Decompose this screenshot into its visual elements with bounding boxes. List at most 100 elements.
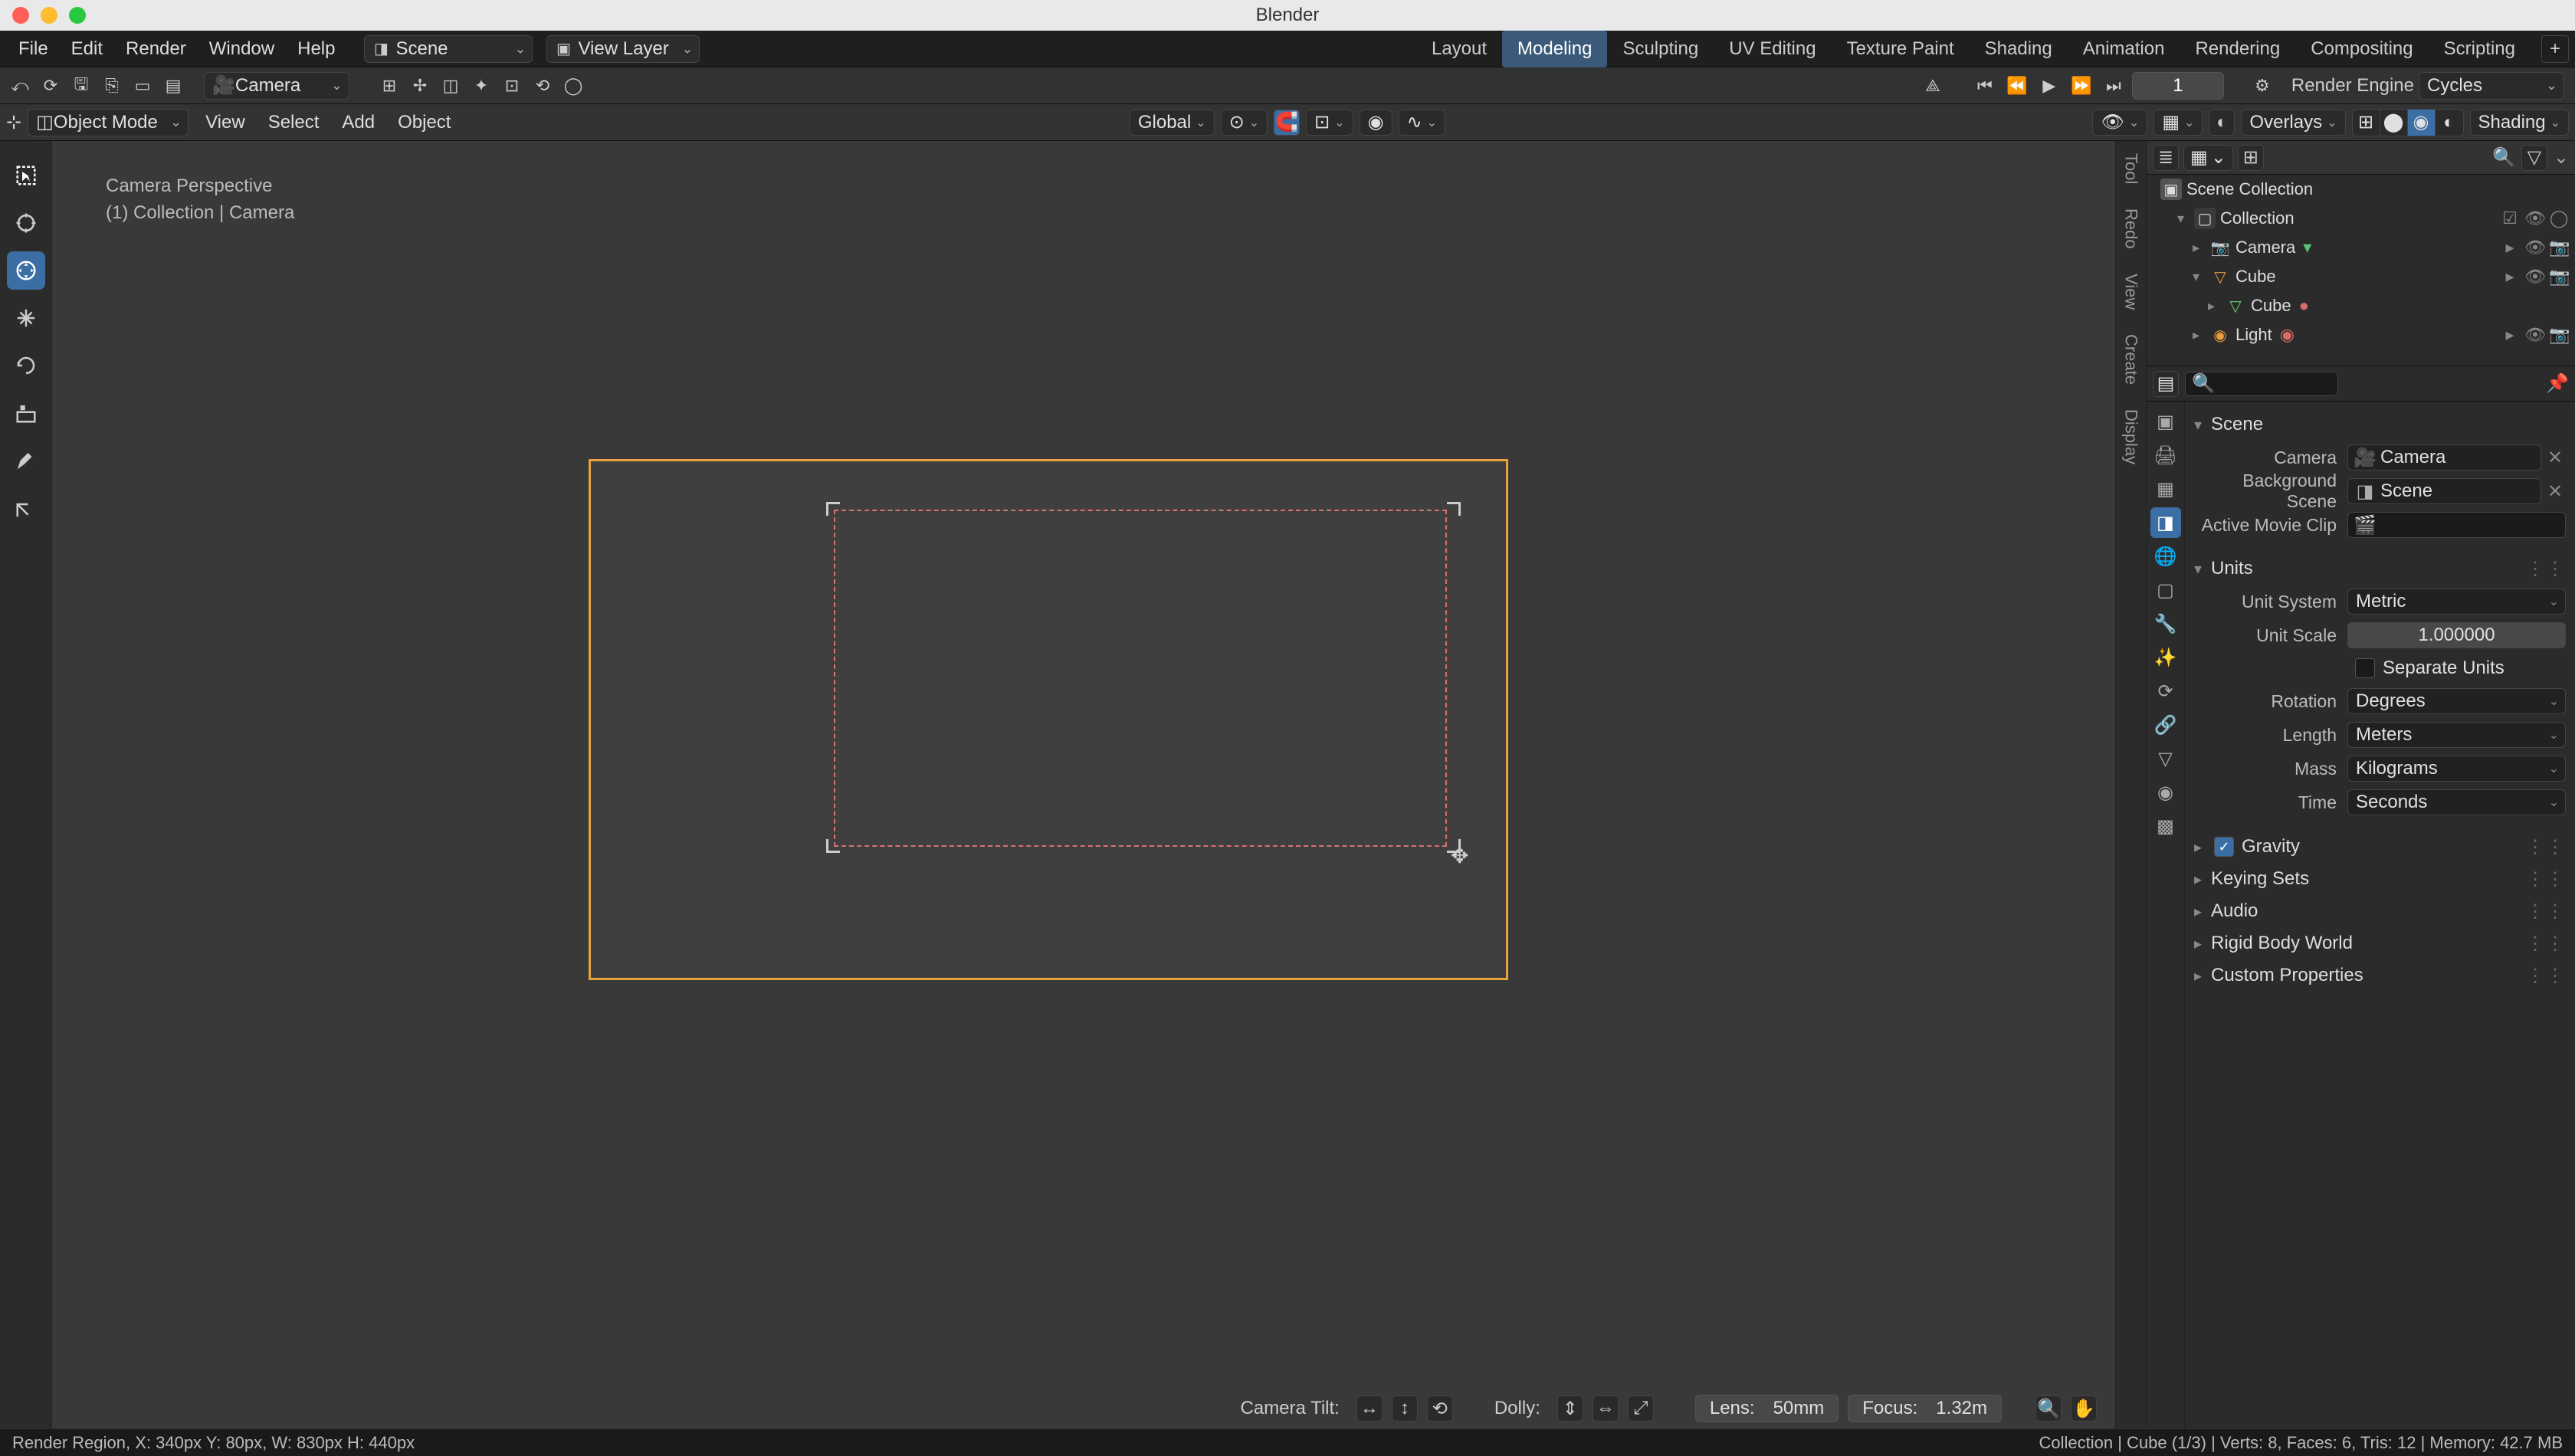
time-dropdown[interactable]: Seconds⌄	[2347, 789, 2566, 815]
proptab-constraints[interactable]: 🔗	[2150, 710, 2181, 740]
snap-icon-1[interactable]: ⊞	[376, 72, 403, 100]
tab-scripting[interactable]: Scripting	[2429, 31, 2531, 67]
render-engine-dropdown[interactable]: Cycles ⌄	[2419, 72, 2564, 100]
vtab-view[interactable]: View	[2118, 261, 2144, 322]
snap-icon-4[interactable]: ✦	[467, 72, 495, 100]
back-icon[interactable]: ⤺	[6, 72, 34, 100]
outliner-new-collection[interactable]: ⊞	[2238, 145, 2264, 171]
outliner-row-collection[interactable]: ▾ ▢ Collection ☑👁◯	[2147, 204, 2575, 233]
save-icon[interactable]: 🖫	[67, 72, 95, 100]
bgscene-prop-value[interactable]: ◨ Scene	[2347, 478, 2541, 504]
tab-sculpting[interactable]: Sculpting	[1607, 31, 1714, 67]
gear-icon[interactable]: ⚙	[2249, 72, 2276, 100]
menu-view[interactable]: View	[195, 107, 256, 138]
lens-value-box[interactable]: Lens: 50mm	[1695, 1395, 1839, 1422]
playback-first-icon[interactable]: ⏮	[1971, 72, 1999, 100]
shading-rendered[interactable]: ◐	[2436, 110, 2463, 136]
vtab-tool[interactable]: Tool	[2118, 141, 2144, 196]
menu-file[interactable]: File	[8, 32, 59, 66]
outliner-row-light[interactable]: ▸ ◉ Light ◉ ▸👁📷	[2147, 320, 2575, 349]
proptab-physics[interactable]: ⟳	[2150, 676, 2181, 707]
gravity-panel-header[interactable]: ▸ ✓ Gravity ⋮⋮	[2194, 831, 2566, 863]
outliner-search-icon[interactable]: 🔍	[2491, 145, 2517, 171]
outliner-filter-icon[interactable]: ▽	[2521, 145, 2547, 171]
panel-menu-icon[interactable]: ⋮⋮	[2526, 836, 2566, 858]
panel-menu-icon[interactable]: ⋮⋮	[2526, 900, 2566, 923]
tab-modeling[interactable]: Modeling	[1502, 31, 1607, 67]
snap-icon-3[interactable]: ◫	[437, 72, 464, 100]
scene-selector[interactable]: ◨ Scene ⌄	[364, 35, 533, 63]
length-dropdown[interactable]: Meters⌄	[2347, 722, 2566, 748]
separate-units-checkbox[interactable]	[2355, 658, 2375, 678]
panel-menu-icon[interactable]: ⋮⋮	[2526, 868, 2566, 890]
render-region-box[interactable]	[834, 510, 1447, 847]
blender-logo-icon[interactable]: ⟁	[1919, 72, 1947, 100]
viewlayer-selector[interactable]: ▣ View Layer ⌄	[546, 35, 700, 63]
mode-selector[interactable]: ◫ Object Mode ⌄	[28, 109, 189, 136]
gizmo-dropdown[interactable]: ▦⌄	[2153, 110, 2203, 136]
window-close-button[interactable]	[12, 7, 29, 24]
vtab-create[interactable]: Create	[2118, 322, 2144, 397]
tab-texturepaint[interactable]: Texture Paint	[1832, 31, 1970, 67]
playback-last-icon[interactable]: ⏭	[2100, 72, 2127, 100]
tool-scale[interactable]	[7, 394, 45, 432]
render-toggle[interactable]: 📷	[2549, 267, 2569, 287]
outliner-row-cube[interactable]: ▾ ▽ Cube ▸👁📷	[2147, 262, 2575, 291]
outliner-display-mode[interactable]: ▦ ⌄	[2183, 145, 2233, 171]
snap-mode-dropdown[interactable]: ⊡ ⌄	[1306, 110, 1353, 136]
select-toggle[interactable]: ▸	[2500, 238, 2520, 257]
proptab-world[interactable]: 🌐	[2150, 541, 2181, 572]
pan-icon[interactable]: ✋	[2071, 1395, 2097, 1422]
scene-panel-header[interactable]: ▾ Scene	[2194, 409, 2566, 440]
hide-toggle[interactable]: 👁	[2524, 208, 2544, 228]
layer-icon[interactable]: ▤	[159, 72, 187, 100]
add-workspace-button[interactable]: +	[2541, 35, 2569, 63]
menu-object[interactable]: Object	[387, 107, 461, 138]
snap-icon-2[interactable]: ✢	[406, 72, 434, 100]
shading-dropdown[interactable]: Shading ⌄	[2470, 110, 2569, 136]
snap-toggle[interactable]: 🧲	[1274, 110, 1300, 136]
tilt-vert-icon[interactable]: ↕	[1392, 1395, 1418, 1422]
render-toggle[interactable]: 📷	[2549, 325, 2569, 345]
orientation-dropdown[interactable]: Global ⌄	[1130, 110, 1215, 136]
keying-panel-header[interactable]: ▸ Keying Sets ⋮⋮	[2194, 863, 2566, 895]
tilt-rotate-icon[interactable]: ⟲	[1427, 1395, 1453, 1422]
units-panel-header[interactable]: ▾ Units ⋮⋮	[2194, 553, 2566, 584]
menu-help[interactable]: Help	[287, 32, 346, 66]
disclosure-icon[interactable]: ▾	[2193, 269, 2209, 285]
menu-window[interactable]: Window	[198, 32, 285, 66]
panel-menu-icon[interactable]: ⋮⋮	[2526, 933, 2566, 955]
proptab-modifiers[interactable]: 🔧	[2150, 608, 2181, 639]
link-icon[interactable]: ⎘	[98, 72, 126, 100]
properties-editor-icon[interactable]: ▤	[2153, 371, 2179, 397]
proptab-render[interactable]: ▣	[2150, 406, 2181, 437]
vtab-redo[interactable]: Redo	[2118, 196, 2144, 261]
clip-prop-value[interactable]: 🎬	[2347, 512, 2566, 538]
tab-uvediting[interactable]: UV Editing	[1714, 31, 1831, 67]
refresh-icon[interactable]: ⟳	[37, 72, 64, 100]
unitscale-input[interactable]: 1.000000	[2347, 622, 2566, 648]
render-toggle[interactable]: 📷	[2549, 238, 2569, 257]
select-toggle[interactable]: ▸	[2500, 325, 2520, 345]
audio-panel-header[interactable]: ▸ Audio ⋮⋮	[2194, 895, 2566, 927]
tool-transform[interactable]	[7, 299, 45, 337]
overlay-toggle[interactable]: ◐	[2209, 110, 2235, 136]
tab-shading[interactable]: Shading	[1970, 31, 2068, 67]
tool-select-box[interactable]	[7, 156, 45, 195]
editor-type-icon[interactable]: ⊹	[6, 111, 21, 133]
window-icon[interactable]: ▭	[129, 72, 156, 100]
camera-dropdown[interactable]: 🎥 Camera ⌄	[204, 72, 349, 100]
playback-play-icon[interactable]: ▶	[2035, 72, 2063, 100]
tool-measure[interactable]	[7, 489, 45, 527]
focus-value-box[interactable]: Focus: 1.32m	[1848, 1395, 2002, 1422]
hide-toggle[interactable]: 👁	[2524, 267, 2544, 287]
proportional-dropdown[interactable]: ◉	[1360, 110, 1392, 136]
clear-icon[interactable]: ✕	[2544, 478, 2566, 504]
snap-icon-6[interactable]: ⟲	[529, 72, 556, 100]
customprops-panel-header[interactable]: ▸ Custom Properties ⋮⋮	[2194, 959, 2566, 992]
snap-icon-7[interactable]: ◯	[559, 72, 587, 100]
pivot-dropdown[interactable]: ⊙ ⌄	[1221, 110, 1268, 136]
tab-rendering[interactable]: Rendering	[2180, 31, 2295, 67]
shading-solid[interactable]: ⬤	[2380, 110, 2408, 136]
mass-dropdown[interactable]: Kilograms⌄	[2347, 756, 2566, 782]
